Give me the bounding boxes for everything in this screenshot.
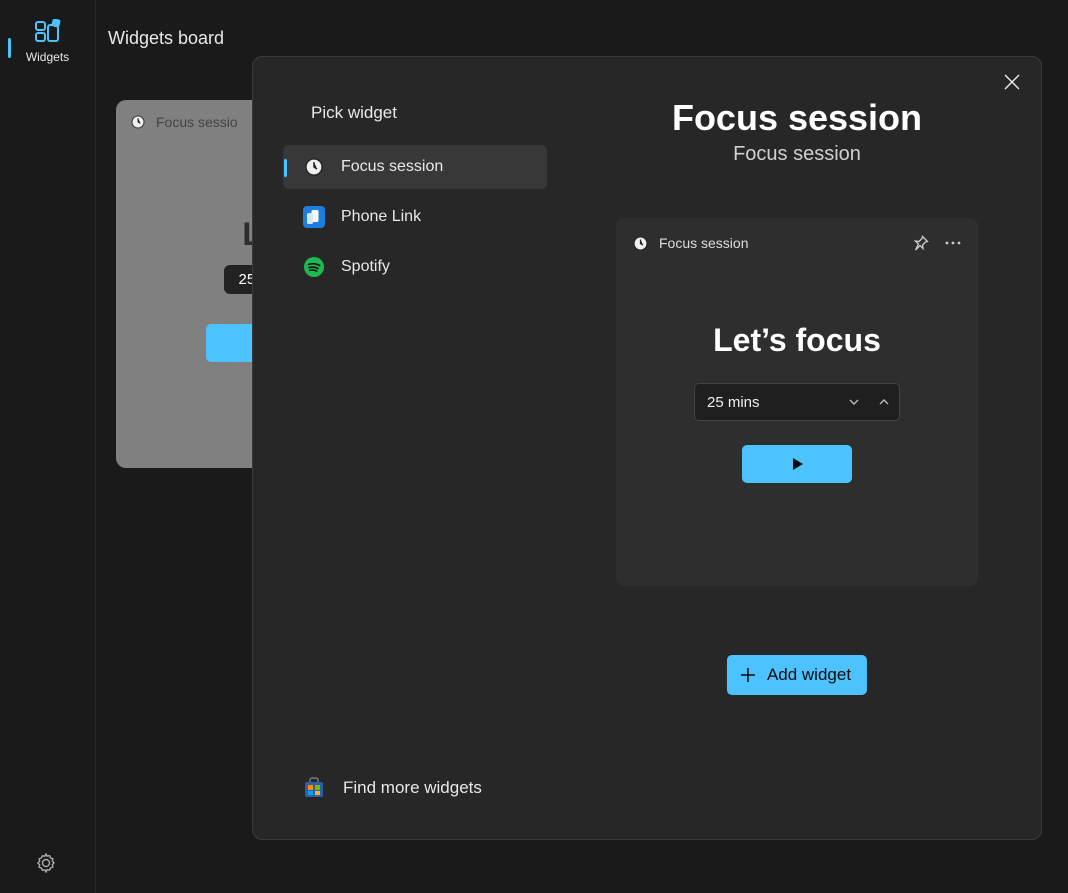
- duration-selector[interactable]: 25 mins: [694, 383, 900, 421]
- play-icon: [789, 456, 805, 472]
- clock-icon: [303, 156, 325, 178]
- duration-value: 25 mins: [695, 394, 839, 411]
- store-icon: [303, 777, 325, 799]
- more-icon: [945, 241, 961, 245]
- widget-detail-subtitle: Focus session: [733, 143, 861, 166]
- widgets-icon: [33, 18, 63, 44]
- widget-item-spotify[interactable]: Spotify: [283, 245, 547, 289]
- nav-rail: Widgets: [0, 0, 96, 893]
- find-more-label: Find more widgets: [343, 778, 482, 798]
- pick-widget-label: Pick widget: [311, 103, 547, 123]
- add-widget-button[interactable]: Add widget: [727, 655, 867, 695]
- chevron-up-icon: [878, 396, 890, 408]
- preview-header: Focus session: [632, 234, 962, 252]
- duration-increase-button[interactable]: [869, 396, 899, 408]
- more-options-button[interactable]: [944, 234, 962, 252]
- widget-item-label: Focus session: [341, 158, 443, 176]
- pin-icon: [913, 235, 929, 251]
- widget-preview-card: Focus session Let’s focus 25 mins: [616, 218, 978, 586]
- widget-detail-title: Focus session: [672, 97, 922, 139]
- nav-item-widgets[interactable]: Widgets: [0, 12, 95, 72]
- clock-icon: [632, 235, 649, 252]
- chevron-down-icon: [848, 396, 860, 408]
- start-focus-button[interactable]: [742, 445, 852, 483]
- plus-icon: [739, 666, 757, 684]
- background-card-title: Focus sessio: [156, 114, 238, 130]
- duration-decrease-button[interactable]: [839, 396, 869, 408]
- spotify-icon: [303, 256, 325, 278]
- dialog-right-panel: Focus session Focus session Focus sessio…: [583, 97, 1011, 799]
- phone-icon: [303, 206, 325, 228]
- pick-widget-dialog: Pick widget Focus session: [252, 56, 1042, 840]
- pin-button[interactable]: [912, 234, 930, 252]
- clock-icon: [130, 114, 146, 130]
- nav-item-label: Widgets: [26, 50, 69, 64]
- add-widget-label: Add widget: [767, 665, 851, 685]
- close-icon: [1003, 73, 1021, 91]
- preview-header-label: Focus session: [659, 235, 898, 251]
- find-more-widgets-button[interactable]: Find more widgets: [303, 777, 482, 799]
- close-button[interactable]: [1001, 71, 1023, 93]
- selection-indicator: [284, 159, 287, 177]
- widget-item-label: Spotify: [341, 258, 390, 276]
- nav-selection-indicator: [8, 38, 11, 58]
- widget-item-focus-session[interactable]: Focus session: [283, 145, 547, 189]
- widget-item-label: Phone Link: [341, 208, 421, 226]
- widget-list: Focus session Phone Link: [283, 145, 547, 289]
- lets-focus-heading: Let’s focus: [713, 322, 881, 359]
- settings-icon[interactable]: [36, 853, 56, 873]
- widget-item-phone-link[interactable]: Phone Link: [283, 195, 547, 239]
- dialog-left-panel: Pick widget Focus session: [283, 103, 547, 809]
